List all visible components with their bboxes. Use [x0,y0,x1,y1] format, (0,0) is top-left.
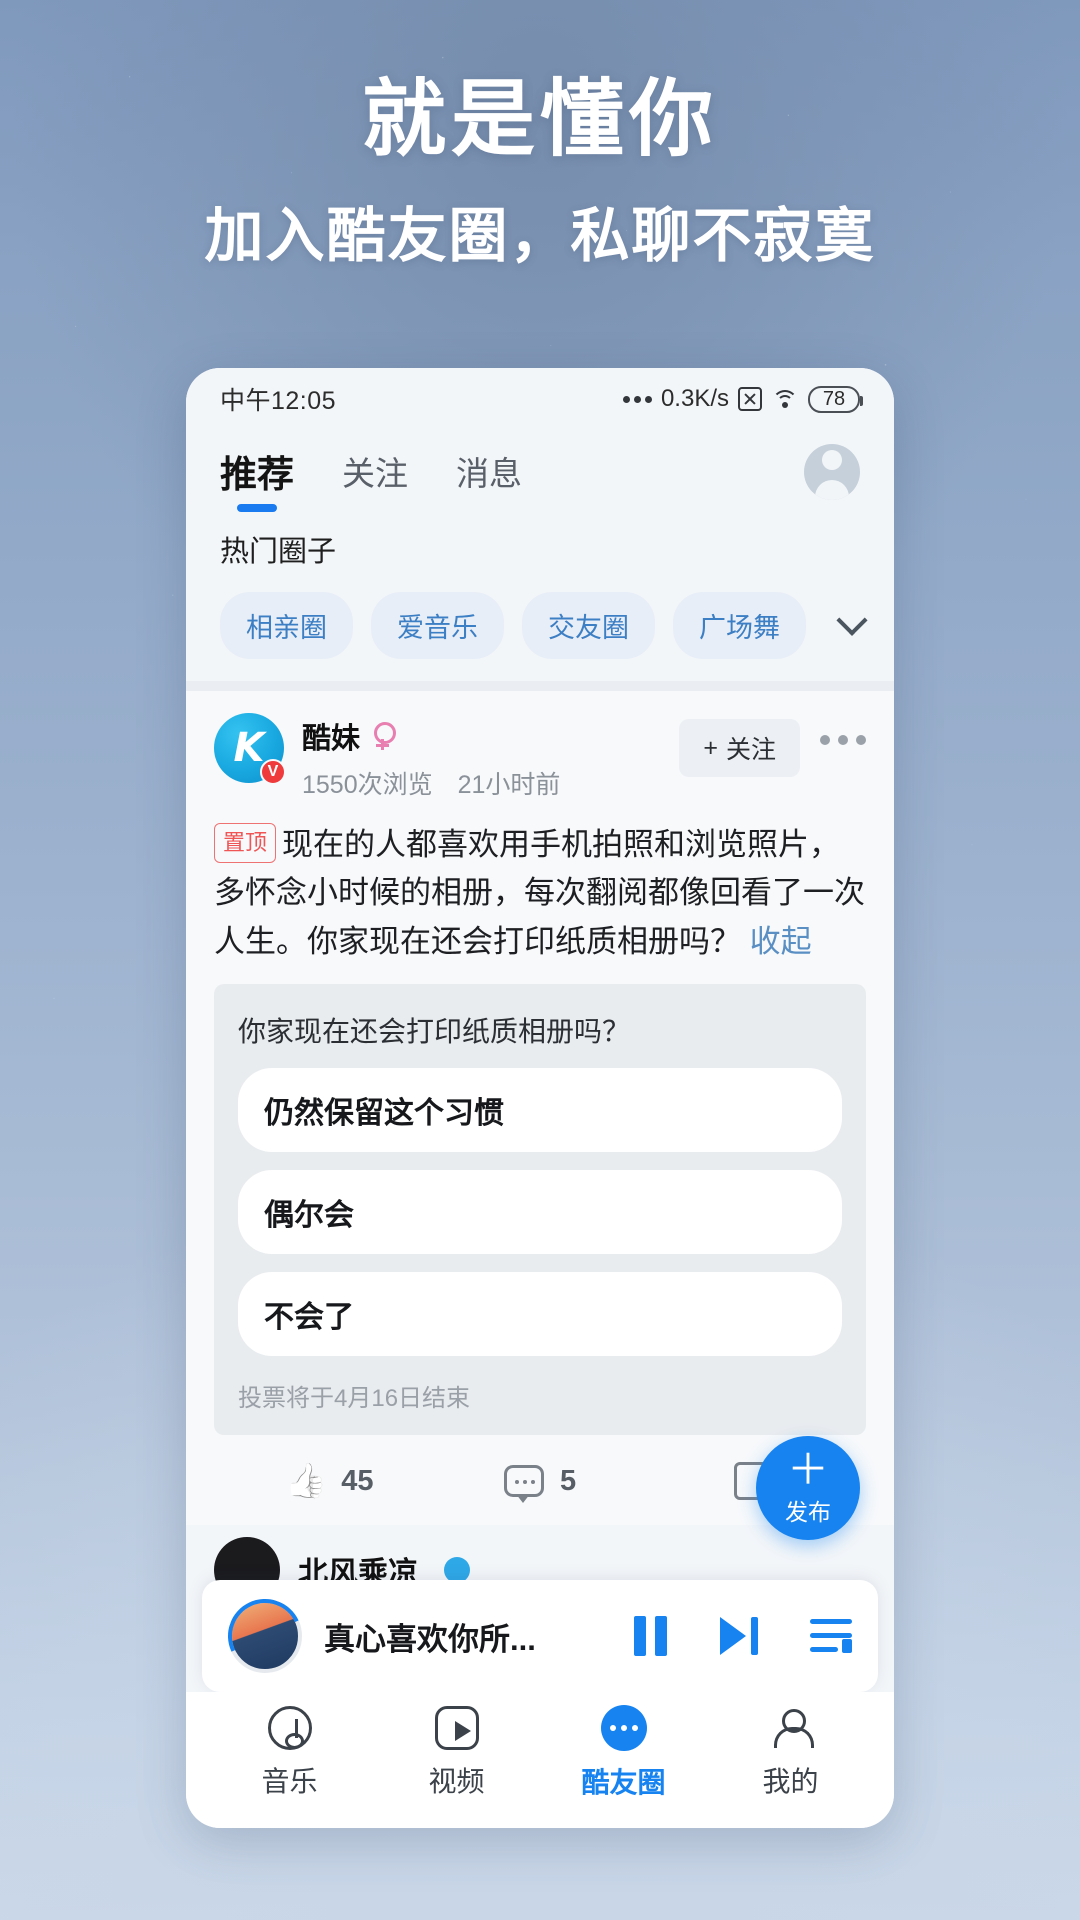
tab-following[interactable]: 关注 [342,447,408,509]
female-icon [370,722,397,750]
feed-post: K V 酷妹 1550次浏览 21小时前 + 关注 置顶 现在的人都喜欢用手机拍照 [186,691,894,1526]
signal-dots-icon [622,395,652,403]
hot-circles-title: 热门圈子 [220,536,337,568]
tab-recommend[interactable]: 推荐 [220,444,294,512]
circle-chip-squaredance[interactable]: 广场舞 [673,592,806,659]
status-bar: 中午12:05 0.3K/s 78 [186,368,894,430]
like-count: 45 [341,1464,374,1497]
chat-dots-icon [600,1705,647,1751]
status-icons: 0.3K/s 78 [622,385,863,413]
playlist-icon[interactable] [810,1619,852,1653]
mini-player-bar: 真心喜欢你所... [202,1580,878,1692]
battery-icon: 78 [808,385,863,413]
circle-chip-music[interactable]: 爱音乐 [371,592,504,659]
poll-card: 你家现在还会打印纸质相册吗？ 仍然保留这个习惯 偶尔会 不会了 投票将于4月16… [214,984,866,1436]
circle-chip-blinddate[interactable]: 相亲圈 [220,592,353,659]
nav-item-music[interactable]: 音乐 [206,1706,373,1800]
poster-text-block: 就是懂你 加入酷友圈，私聊不寂寞 [0,72,1080,273]
nav-label: 我的 [762,1766,819,1797]
wifi-icon [771,388,799,410]
collapse-link[interactable]: 收起 [750,924,812,959]
status-time: 中午12:05 [220,387,337,415]
nav-label: 视频 [428,1766,485,1797]
hot-circles-chip-row: 相亲圈 爱音乐 交友圈 广场舞 [186,570,894,681]
post-header: K V 酷妹 1550次浏览 21小时前 + 关注 [214,713,866,801]
post-author-name: 酷妹 [302,723,361,755]
section-divider [186,681,894,691]
follow-plus-icon: + [703,733,718,762]
player-controls [634,1616,852,1656]
follow-button[interactable]: + 关注 [679,719,800,777]
circle-chip-friends[interactable]: 交友圈 [522,592,655,659]
plus-icon: ＋ [786,1446,829,1493]
poll-option[interactable]: 仍然保留这个习惯 [238,1068,842,1153]
avatar-letter: K [233,725,265,771]
no-sim-icon [738,387,762,411]
bottom-navigation: 音乐 视频 酷友圈 我的 [186,1692,894,1828]
next-track-icon[interactable] [720,1617,758,1655]
nav-label: 音乐 [261,1766,318,1797]
nav-item-circle[interactable]: 酷友圈 [540,1705,707,1801]
person-icon [769,1706,814,1750]
post-body: 置顶 现在的人都喜欢用手机拍照和浏览照片，多怀念小时候的相册，每次翻阅都像回看了一… [214,821,866,966]
poll-option[interactable]: 偶尔会 [238,1170,842,1255]
verified-badge: V [260,759,286,785]
poll-option[interactable]: 不会了 [238,1272,842,1357]
nav-label: 酷友圈 [581,1767,666,1798]
comment-bubble-icon [503,1465,544,1504]
player-track-title: 真心喜欢你所... [324,1621,536,1657]
network-speed-label: 0.3K/s [660,385,729,412]
top-tab-bar: 推荐 关注 消息 [186,430,894,512]
like-button[interactable]: 45 [224,1461,435,1501]
comment-count: 5 [559,1464,577,1497]
follow-label: 关注 [725,736,776,764]
video-play-icon [434,1706,479,1750]
compose-label: 发布 [785,1499,831,1525]
nav-item-video[interactable]: 视频 [373,1706,540,1800]
pause-icon[interactable] [634,1616,668,1656]
compose-fab-button[interactable]: ＋ 发布 [756,1436,860,1540]
comment-button[interactable]: 5 [435,1464,646,1504]
post-time: 21小时前 [457,771,561,799]
post-views: 1550次浏览 [302,771,433,799]
thumbs-up-icon [285,1461,325,1501]
post-author-block: 酷妹 1550次浏览 21小时前 [302,713,578,801]
poster-subheadline: 加入酷友圈，私聊不寂寞 [204,203,876,270]
pin-tag: 置顶 [214,823,277,864]
poster-headline: 就是懂你 [361,72,718,166]
avatar[interactable]: K V [214,713,286,785]
poll-end-note: 投票将于4月16日结束 [238,1385,471,1413]
nav-item-profile[interactable]: 我的 [707,1706,874,1800]
phone-mockup: 中午12:05 0.3K/s 78 推荐 关注 消息 热门圈子 相亲圈 爱音乐 … [186,368,894,1828]
music-note-icon [267,1706,312,1750]
user-avatar-icon[interactable] [804,444,860,500]
more-dots-icon[interactable] [820,735,866,745]
poll-question: 你家现在还会打印纸质相册吗？ [238,1016,631,1048]
tab-messages[interactable]: 消息 [456,447,522,509]
post-submeta: 1550次浏览 21小时前 [302,765,578,801]
album-cover-icon[interactable] [228,1599,302,1673]
chevron-down-icon[interactable] [826,599,878,652]
